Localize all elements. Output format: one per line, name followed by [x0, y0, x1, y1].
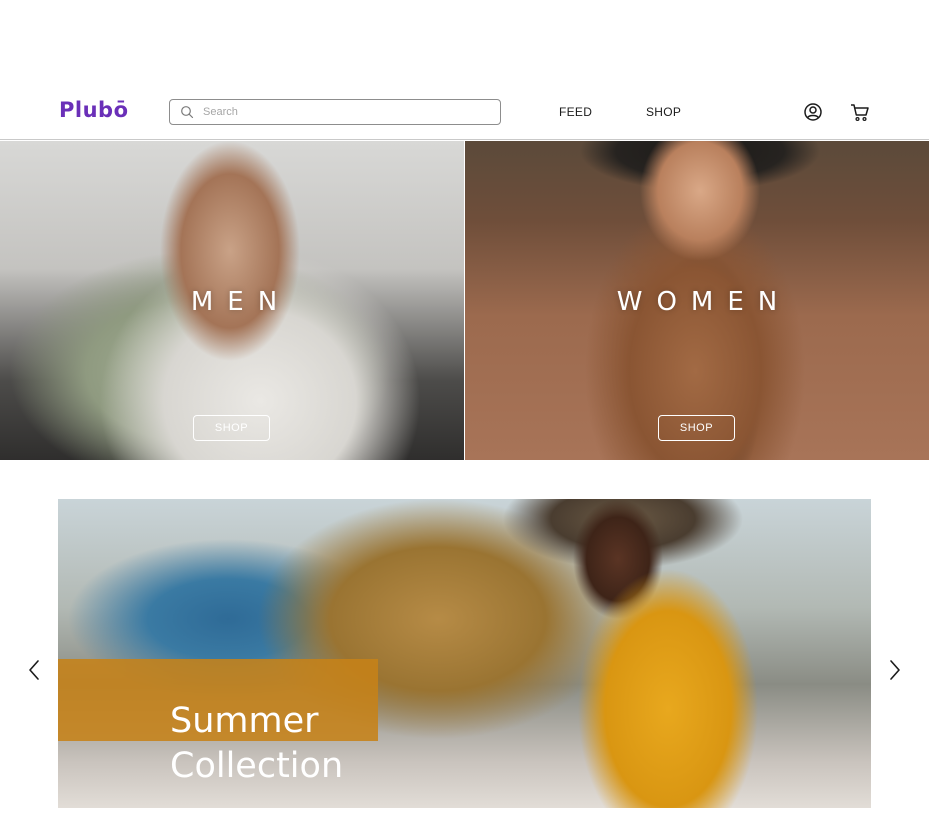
summer-collection-carousel[interactable]: Summer Collection	[58, 499, 871, 808]
collection-title: Summer Collection	[170, 701, 344, 786]
chevron-right-icon[interactable]	[887, 657, 903, 683]
men-hero-title: MEN	[190, 287, 292, 317]
cart-icon[interactable]	[849, 101, 871, 123]
search-bar[interactable]	[169, 99, 501, 125]
nav-feed-link[interactable]: FEED	[559, 105, 592, 119]
men-hero-banner[interactable]: MEN SHOP	[0, 141, 464, 460]
user-circle-icon[interactable]	[802, 101, 824, 123]
nav-shop-link[interactable]: SHOP	[646, 105, 681, 119]
chevron-left-icon[interactable]	[26, 657, 42, 683]
women-hero-banner[interactable]: WOMEN SHOP	[465, 141, 929, 460]
top-spacer	[0, 0, 929, 84]
women-hero-title: WOMEN	[616, 287, 792, 317]
navbar: Plubō FEED SHOP	[0, 84, 929, 140]
women-shop-button[interactable]: SHOP	[658, 415, 735, 441]
logo[interactable]: Plubō	[59, 98, 129, 122]
men-shop-button[interactable]: SHOP	[193, 415, 270, 441]
search-input[interactable]	[203, 103, 483, 121]
search-icon	[181, 106, 194, 119]
